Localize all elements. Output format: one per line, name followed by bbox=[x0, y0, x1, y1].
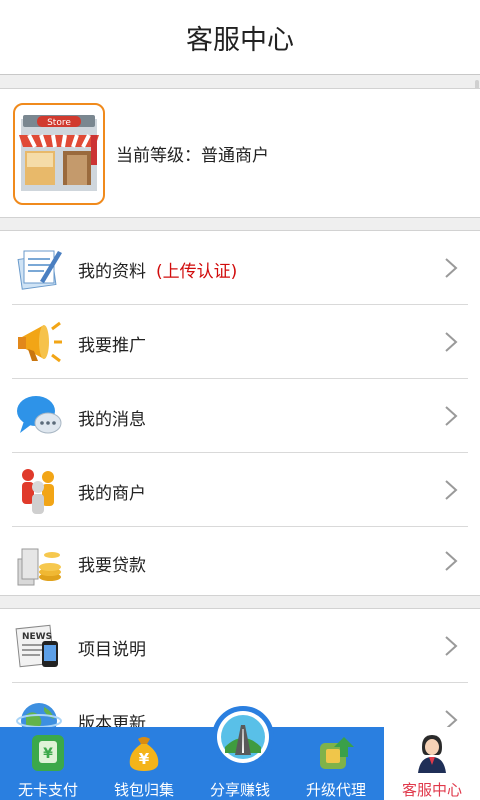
menu-item-messages[interactable]: 我的消息 bbox=[12, 379, 468, 453]
menu-item-label: 项目说明 bbox=[78, 640, 146, 660]
tab-card-pay[interactable]: ¥ 无卡支付 bbox=[0, 727, 96, 800]
page-title: 客服中心 bbox=[186, 24, 294, 56]
news-icon: NEWS bbox=[14, 621, 64, 671]
menu-group-primary: 我的资料 (上传认证) 我要推广 我的消息 我的商户 我要贷款 bbox=[0, 230, 480, 596]
upgrade-icon bbox=[316, 733, 356, 773]
chevron-right-icon bbox=[445, 480, 458, 500]
menu-item-my-profile[interactable]: 我的资料 (上传认证) bbox=[12, 231, 468, 305]
chat-bubble-icon bbox=[14, 391, 64, 441]
account-level-text: 当前等级：普通商户 bbox=[116, 146, 269, 166]
agent-icon bbox=[412, 733, 452, 773]
tab-upgrade-agent[interactable]: 升级代理 bbox=[288, 727, 384, 800]
card-pay-icon: ¥ bbox=[28, 733, 68, 773]
tab-wallet-collect[interactable]: ¥ 钱包归集 bbox=[96, 727, 192, 800]
menu-item-label: 我的资料 (上传认证) bbox=[78, 262, 238, 282]
menu-item-loan[interactable]: 我要贷款 bbox=[12, 527, 468, 595]
menu-item-label: 我要推广 bbox=[78, 336, 146, 356]
svg-text:¥: ¥ bbox=[43, 746, 53, 762]
store-sign-text: Store bbox=[47, 118, 71, 128]
tab-label: 分享赚钱 bbox=[209, 781, 270, 799]
tab-customer-service[interactable]: 客服中心 bbox=[384, 727, 480, 800]
chevron-right-icon bbox=[445, 406, 458, 426]
store-icon: Store bbox=[13, 103, 105, 205]
people-icon bbox=[14, 465, 64, 515]
tab-label: 钱包归集 bbox=[113, 781, 174, 799]
tab-label: 升级代理 bbox=[305, 781, 366, 799]
chevron-right-icon bbox=[445, 332, 458, 352]
chevron-right-icon bbox=[445, 551, 458, 571]
menu-item-project-info[interactable]: NEWS 项目说明 bbox=[12, 609, 468, 683]
svg-text:NEWS: NEWS bbox=[22, 632, 52, 642]
chevron-right-icon bbox=[445, 258, 458, 278]
tab-label: 无卡支付 bbox=[17, 781, 78, 799]
documents-icon bbox=[14, 243, 64, 293]
menu-item-label: 我的商户 bbox=[78, 484, 146, 504]
share-icon bbox=[217, 711, 269, 763]
account-level-card[interactable]: Store 当前等级：普通商户 bbox=[0, 88, 480, 218]
megaphone-icon bbox=[14, 317, 64, 367]
menu-item-label: 我要贷款 bbox=[78, 556, 146, 576]
menu-item-promote[interactable]: 我要推广 bbox=[12, 305, 468, 379]
chevron-right-icon bbox=[445, 636, 458, 656]
app-header: 客服中心 bbox=[0, 0, 480, 75]
menu-item-label: 我的消息 bbox=[78, 410, 146, 430]
tab-label: 客服中心 bbox=[401, 781, 462, 799]
menu-item-my-merchants[interactable]: 我的商户 bbox=[12, 453, 468, 527]
svg-text:¥: ¥ bbox=[139, 750, 150, 768]
upload-verify-note: (上传认证) bbox=[156, 262, 238, 282]
share-earn-bubble[interactable] bbox=[212, 706, 274, 768]
coins-icon bbox=[14, 539, 64, 589]
money-bag-icon: ¥ bbox=[124, 733, 164, 773]
